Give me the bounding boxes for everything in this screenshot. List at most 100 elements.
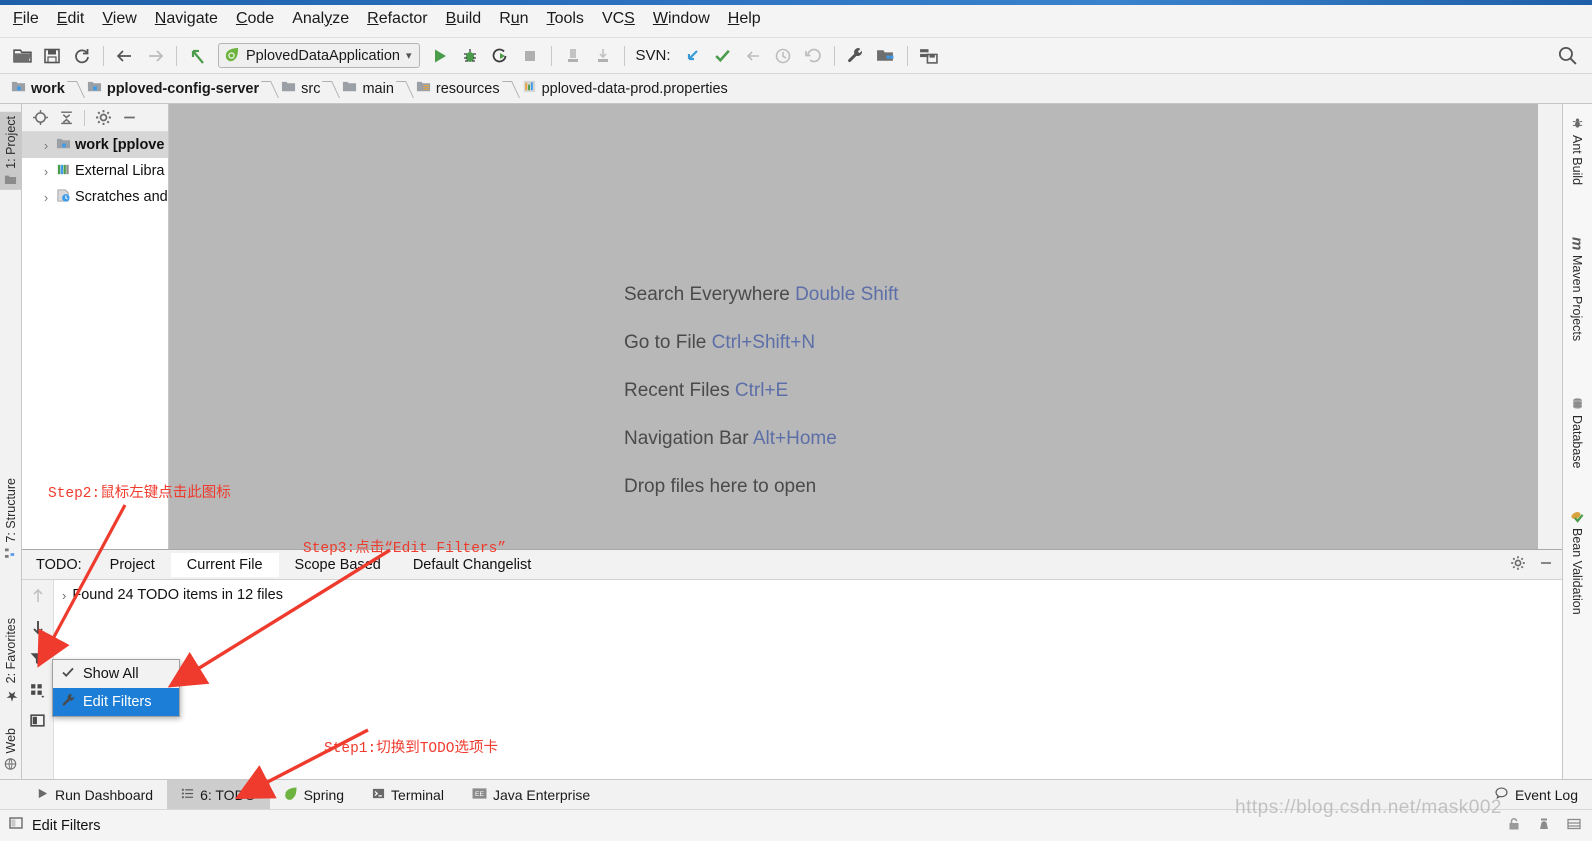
breadcrumb-item-main[interactable]: main (337, 76, 398, 102)
spring-leaf-icon (284, 786, 298, 803)
attach-debugger-icon[interactable] (589, 43, 617, 69)
menu-item-build[interactable]: Build (437, 7, 491, 31)
resources-folder-icon (416, 79, 431, 98)
favorites-star-icon: ★ (3, 687, 19, 704)
breadcrumb-label: main (362, 80, 394, 97)
sidebar-item-bean-validation[interactable]: Bean Validation (1564, 504, 1590, 620)
editor-empty-area: Search Everywhere Double Shift Go to Fil… (169, 104, 1538, 549)
todo-tab-project[interactable]: Project (94, 553, 171, 577)
project-panel-toolbar (22, 104, 168, 132)
next-occurrence-icon[interactable] (25, 615, 51, 639)
wrench-settings-icon[interactable] (842, 43, 870, 69)
menu-item-analyze[interactable]: Analyze (283, 7, 358, 31)
chevron-right-icon[interactable]: › (40, 138, 52, 153)
hide-minimize-icon[interactable] (1538, 555, 1554, 576)
menu-item-edit[interactable]: Edit (48, 7, 94, 31)
collapse-all-icon[interactable] (54, 107, 78, 129)
menu-item-edit-filters[interactable]: Edit Filters (53, 688, 179, 716)
hint-action: Navigation Bar (624, 428, 749, 449)
menu-item-show-all[interactable]: Show All (53, 660, 179, 688)
tree-node-work[interactable]: › work [pplove (22, 132, 168, 158)
forward-arrow-icon[interactable] (141, 43, 169, 69)
run-play-icon[interactable] (426, 43, 454, 69)
lock-icon[interactable] (1506, 816, 1522, 837)
sidebar-item-web[interactable]: Web (0, 724, 22, 774)
open-folder-icon[interactable] (8, 43, 36, 69)
sidebar-item-ant-build[interactable]: Ant Build (1564, 112, 1590, 190)
show-history-icon[interactable] (769, 43, 797, 69)
run-configuration-selector[interactable]: PplovedDataApplication ▾ (218, 43, 420, 68)
sync-modules-icon[interactable] (915, 43, 943, 69)
update-project-icon[interactable] (679, 43, 707, 69)
module-folder-icon (11, 79, 26, 98)
sidebar-item-structure[interactable]: 7: Structure (0, 474, 22, 564)
tree-node-external-libraries[interactable]: › External Libra (22, 158, 168, 184)
project-toolbar-separator (84, 109, 85, 126)
bottom-tab-todo[interactable]: 6: TODO (167, 779, 270, 810)
toolbar-separator (103, 45, 104, 66)
menu-item-view[interactable]: View (93, 7, 145, 31)
undo-jump-icon[interactable] (184, 43, 212, 69)
menu-item-help[interactable]: Help (719, 7, 770, 31)
breadcrumb-item-work[interactable]: work (6, 76, 70, 102)
bottom-tab-run-dashboard[interactable]: Run Dashboard (22, 780, 167, 810)
memory-icon[interactable] (1536, 816, 1552, 837)
filter-funnel-icon[interactable] (25, 646, 51, 670)
project-structure-icon[interactable] (872, 43, 900, 69)
todo-tab-current-file[interactable]: Current File (170, 552, 279, 577)
sidebar-item-project[interactable]: 1: Project (0, 112, 22, 190)
group-by-icon[interactable] (25, 677, 51, 701)
menu-bar: File Edit View Navigate Code Analyze Ref… (0, 0, 1592, 38)
breadcrumb-item-src[interactable]: src (276, 76, 325, 102)
locate-target-icon[interactable] (28, 107, 52, 129)
tree-node-scratches[interactable]: › Scratches and (22, 184, 168, 210)
bottom-tab-java-enterprise[interactable]: EE Java Enterprise (458, 780, 604, 810)
hide-minimize-icon[interactable] (117, 107, 141, 129)
back-arrow-icon[interactable] (111, 43, 139, 69)
sidebar-item-maven-projects[interactable]: m Maven Projects (1564, 232, 1590, 347)
search-everywhere-icon[interactable] (1557, 45, 1578, 71)
todo-header-controls (1510, 550, 1554, 580)
menu-item-code[interactable]: Code (227, 7, 283, 31)
layout-icon[interactable] (1566, 816, 1582, 837)
sync-refresh-icon[interactable] (68, 43, 96, 69)
java-enterprise-icon: EE (472, 787, 487, 803)
run-with-coverage-icon[interactable] (486, 43, 514, 69)
menu-item-run[interactable]: Run (490, 7, 537, 31)
breadcrumb-item-resources[interactable]: resources (411, 76, 505, 102)
profile-cpu-icon[interactable] (559, 43, 587, 69)
chevron-right-icon[interactable]: › (62, 588, 66, 603)
todo-found-row[interactable]: › Found 24 TODO items in 12 files (62, 587, 283, 603)
debug-bug-icon[interactable] (456, 43, 484, 69)
chevron-right-icon[interactable]: › (40, 190, 52, 205)
commit-checkmark-icon[interactable] (709, 43, 737, 69)
breadcrumb-item-pploved-config-server[interactable]: pploved-config-server (82, 76, 264, 102)
event-log-button[interactable]: Event Log (1494, 780, 1578, 810)
save-all-icon[interactable] (38, 43, 66, 69)
bottom-tab-spring[interactable]: Spring (270, 780, 358, 810)
menu-item-vcs[interactable]: VCS (593, 7, 644, 31)
bottom-tool-window-bar: Run Dashboard 6: TODO Spring Terminal EE… (0, 779, 1592, 810)
menu-item-file[interactable]: File (4, 7, 48, 31)
gear-settings-icon[interactable] (1510, 555, 1526, 576)
terminal-icon (372, 787, 385, 803)
bottom-tab-label: 6: TODO (200, 786, 256, 803)
integrate-icon[interactable] (739, 43, 767, 69)
bottom-tab-terminal[interactable]: Terminal (358, 780, 458, 810)
module-folder-icon (56, 136, 71, 155)
previous-occurrence-icon[interactable] (25, 584, 51, 608)
stop-square-icon[interactable] (516, 43, 544, 69)
svn-label: SVN: (635, 47, 671, 64)
chevron-right-icon[interactable]: › (40, 164, 52, 179)
menu-item-refactor[interactable]: Refactor (358, 7, 436, 31)
menu-item-navigate[interactable]: Navigate (146, 7, 227, 31)
breadcrumb-item-properties-file[interactable]: pploved-data-prod.properties (517, 76, 733, 102)
rollback-icon[interactable] (799, 43, 827, 69)
gear-settings-icon[interactable] (91, 107, 115, 129)
preview-source-icon[interactable] (25, 708, 51, 732)
menu-item-tools[interactable]: Tools (538, 7, 593, 31)
sidebar-item-database[interactable]: Database (1564, 392, 1590, 474)
hint-action: Recent Files (624, 380, 730, 401)
sidebar-item-favorites[interactable]: ★ 2: Favorites (0, 614, 22, 707)
menu-item-window[interactable]: Window (644, 7, 719, 31)
